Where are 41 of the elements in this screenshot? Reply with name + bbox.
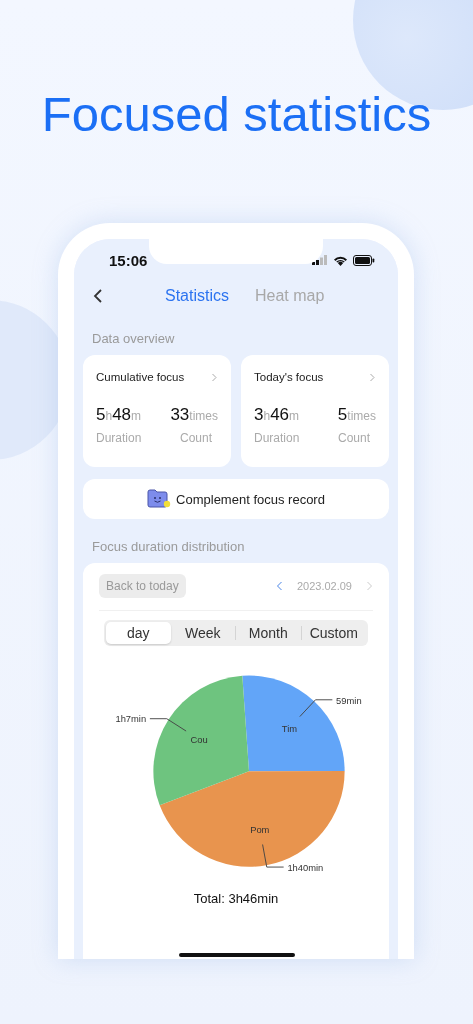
battery-icon [353, 254, 375, 266]
next-icon[interactable] [366, 581, 373, 591]
complement-record-button[interactable]: Complement focus record [83, 479, 389, 519]
stat-label: Duration [96, 431, 142, 445]
previous-icon[interactable] [275, 581, 283, 591]
nav-tab[interactable]: Statistics [165, 287, 229, 305]
status-time: 15:06 [109, 251, 148, 269]
period-tab[interactable]: Custom [301, 622, 366, 644]
stat-label: Duration [254, 431, 300, 445]
leader-line [299, 699, 333, 718]
period-tab[interactable]: Month [236, 622, 301, 644]
period-tab[interactable]: Week [170, 622, 235, 644]
stat-card[interactable]: Cumulative focus 5h48m 33times Duration Count [83, 355, 231, 467]
signal-icon [312, 255, 328, 265]
total-label: Total: 3h46min [192, 891, 280, 906]
folder-smiley-icon [147, 489, 172, 509]
slice-label: Cou [190, 735, 208, 746]
section-title: Data overview [92, 331, 176, 346]
duration-value: 5h48m [96, 405, 142, 425]
chevron-icon [369, 372, 376, 382]
duration-value: 3h46m [254, 405, 300, 425]
leader-line [262, 844, 285, 868]
value-label: 1h40min [287, 862, 324, 873]
period-tab[interactable]: day [106, 622, 171, 644]
value-label: 1h7min [115, 714, 147, 725]
section-title: Focus duration distribution [92, 539, 246, 554]
slice-label: Pom [250, 825, 270, 836]
stat-label: Count [337, 431, 370, 445]
leader-line [149, 718, 187, 732]
slice-label: Tim [281, 723, 298, 734]
stat-label: Count [179, 431, 212, 445]
date-label: 2023.02.09 [296, 580, 352, 592]
count-value: 33times [170, 405, 218, 425]
stat-card[interactable]: Today's focus 3h46m 5times Duration Count [241, 355, 389, 467]
card-title: Cumulative focus [96, 371, 185, 383]
card-title: Today's focus [254, 371, 324, 383]
headline: Focused statistics [40, 86, 433, 143]
count-value: 5times [337, 405, 376, 425]
wifi-icon [333, 254, 348, 266]
chevron-icon [211, 372, 218, 382]
value-label: 59min [336, 695, 362, 706]
